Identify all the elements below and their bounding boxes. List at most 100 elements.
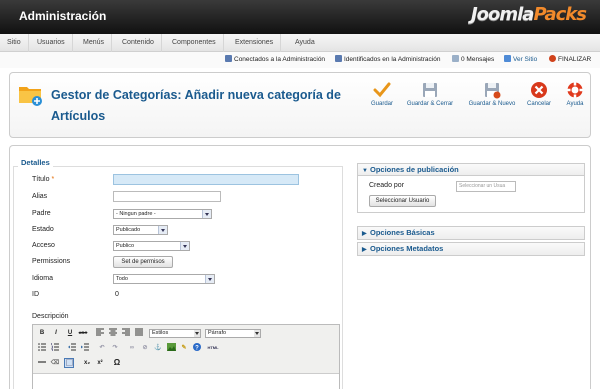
italic-button[interactable]: I — [51, 328, 61, 338]
redo-icon[interactable]: ↷ — [110, 343, 120, 353]
parent-select[interactable]: - Ningun padre - — [113, 209, 212, 219]
image-icon[interactable] — [166, 343, 176, 353]
link-icon[interactable]: ∞ — [127, 343, 137, 353]
format-select-value: Párrafo — [208, 330, 227, 336]
created-by-input[interactable]: Seleccionar un Usua — [456, 181, 516, 192]
save-close-button[interactable]: Guardar & Cerrar — [400, 81, 460, 107]
parent-select-value: - Ningun padre - — [116, 211, 156, 217]
cancel-button[interactable]: Cancelar — [523, 81, 555, 107]
menu-item-ayuda[interactable]: Ayuda — [288, 34, 322, 52]
save-new-button[interactable]: Guardar & Nuevo — [462, 81, 522, 107]
numbered-list-icon[interactable] — [50, 343, 60, 353]
language-select[interactable]: Todo — [113, 274, 215, 284]
description-textarea[interactable] — [33, 373, 339, 389]
permissions-label: Permissions — [32, 258, 71, 265]
state-select[interactable]: Publicado — [113, 225, 168, 235]
parent-label: Padre — [32, 210, 51, 217]
editor-toolbar-row-3: ⌫ x₂ x² Ω — [35, 357, 339, 371]
status-bar: Conectados a la Administración Identific… — [0, 52, 600, 68]
floppy-disk-icon — [423, 83, 437, 97]
bullet-list-icon[interactable] — [37, 343, 47, 353]
strikethrough-button[interactable]: ABC — [78, 328, 88, 338]
save-close-button-label: Guardar & Cerrar — [406, 101, 454, 107]
state-label: Estado — [32, 226, 54, 233]
select-user-button[interactable]: Seleccionar Usuario — [369, 195, 436, 207]
admin-title: Administración — [19, 9, 107, 23]
status-connected-text: Conectados a la Administración — [234, 56, 326, 63]
outdent-icon[interactable] — [67, 343, 77, 353]
logout-text: FINALIZAR — [558, 56, 592, 63]
undo-icon[interactable]: ↶ — [97, 343, 107, 353]
basic-options-title: Opciones Básicas — [370, 228, 435, 237]
chevron-down-icon — [180, 242, 189, 250]
monitor-icon — [504, 55, 511, 62]
visual-aid-icon[interactable] — [64, 358, 74, 368]
save-new-button-label: Guardar & Nuevo — [468, 101, 516, 107]
cancel-button-label: Cancelar — [526, 101, 551, 107]
status-messages[interactable]: 0 Mensajes — [452, 55, 494, 65]
language-label: Idioma — [32, 275, 54, 282]
help-icon[interactable]: ? — [192, 343, 202, 353]
align-center-icon[interactable] — [108, 328, 118, 338]
view-site-text: Ver Sitio — [513, 56, 538, 63]
format-select[interactable]: Párrafo — [205, 329, 261, 338]
help-button[interactable]: Ayuda — [563, 81, 587, 107]
help-button-label: Ayuda — [566, 101, 584, 107]
anchor-icon[interactable]: ⚓ — [153, 343, 163, 353]
id-value: 0 — [115, 291, 119, 298]
horizontal-rule-icon[interactable] — [37, 358, 47, 368]
menu-item-contenido[interactable]: Contenido — [115, 34, 162, 52]
menu-item-extensiones[interactable]: Extensiones — [228, 34, 282, 52]
svg-text:?: ? — [195, 345, 199, 351]
publishing-options-title: Opciones de publicación — [370, 165, 459, 174]
title-label: Título * — [32, 176, 54, 183]
publishing-options-panel: ▼ Opciones de publicación Creado por Sele… — [357, 163, 585, 213]
special-character-button[interactable]: Ω — [112, 358, 122, 368]
status-identified-text: Identificados en la Administración — [344, 56, 441, 63]
view-site-link[interactable]: Ver Sitio — [504, 55, 537, 65]
metadata-options-title: Opciones Metadatos — [370, 244, 444, 253]
align-left-icon[interactable] — [95, 328, 105, 338]
indent-icon[interactable] — [80, 343, 90, 353]
menu-item-menus[interactable]: Menús — [76, 34, 113, 52]
remove-format-icon[interactable]: ⌫ — [50, 358, 60, 368]
menu-item-sitio[interactable]: Sitio — [0, 34, 29, 52]
set-permissions-button[interactable]: Set de permisos — [113, 256, 173, 268]
save-button[interactable]: Guardar — [367, 81, 397, 107]
required-mark: * — [51, 176, 55, 183]
page-title: Gestor de Categorías: Añadir nueva categ… — [51, 88, 341, 123]
subscript-button[interactable]: x₂ — [82, 358, 92, 368]
superscript-button[interactable]: x² — [95, 358, 105, 368]
title-input[interactable] — [113, 174, 299, 185]
details-legend: Detalles — [18, 158, 53, 167]
chevron-down-icon — [194, 330, 200, 337]
alias-input[interactable] — [113, 191, 221, 202]
unlink-icon[interactable]: ⊘ — [140, 343, 150, 353]
access-select[interactable]: Publico — [113, 241, 190, 251]
cleanup-icon[interactable]: ✎ — [179, 343, 189, 353]
logout-link[interactable]: FINALIZAR — [549, 55, 591, 65]
menu-item-usuarios[interactable]: Usuarios — [30, 34, 73, 52]
menu-item-componentes[interactable]: Componentes — [165, 34, 224, 52]
align-right-icon[interactable] — [121, 328, 131, 338]
status-connected: Conectados a la Administración — [225, 55, 325, 65]
power-icon — [549, 55, 556, 62]
chevron-down-icon — [202, 210, 211, 218]
chevron-down-icon — [158, 226, 167, 234]
metadata-options-header[interactable]: ▶ Opciones Metadatos — [358, 243, 584, 255]
chevron-down-icon — [254, 330, 260, 337]
basic-options-header[interactable]: ▶ Opciones Básicas — [358, 227, 584, 239]
publishing-options-header[interactable]: ▼ Opciones de publicación — [358, 164, 584, 176]
underline-button[interactable]: U — [65, 328, 75, 338]
brand-logo[interactable]: JoomlaPacks — [471, 4, 587, 25]
basic-options-panel: ▶ Opciones Básicas — [357, 226, 585, 240]
status-identified: Identificados en la Administración — [335, 55, 440, 65]
brand-logo-part2: Packs — [533, 4, 587, 25]
html-source-button[interactable]: HTML — [205, 343, 221, 353]
checkmark-icon — [373, 82, 391, 98]
editor-toolbar-row-2: ↶ ↷ ∞ ⊘ ⚓ ✎ ? HTML — [35, 342, 339, 356]
align-justify-icon[interactable] — [134, 328, 144, 338]
bold-button[interactable]: B — [37, 328, 47, 338]
editor-toolbar-row-1: B I U ABC Estilos Párrafo — [35, 327, 339, 341]
styles-select[interactable]: Estilos — [149, 329, 201, 338]
